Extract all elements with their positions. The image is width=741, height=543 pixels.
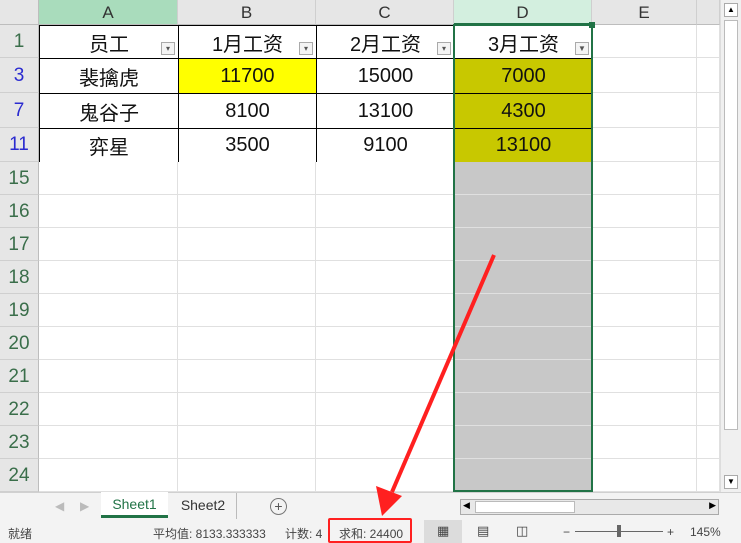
annotation-arrow bbox=[376, 254, 496, 516]
